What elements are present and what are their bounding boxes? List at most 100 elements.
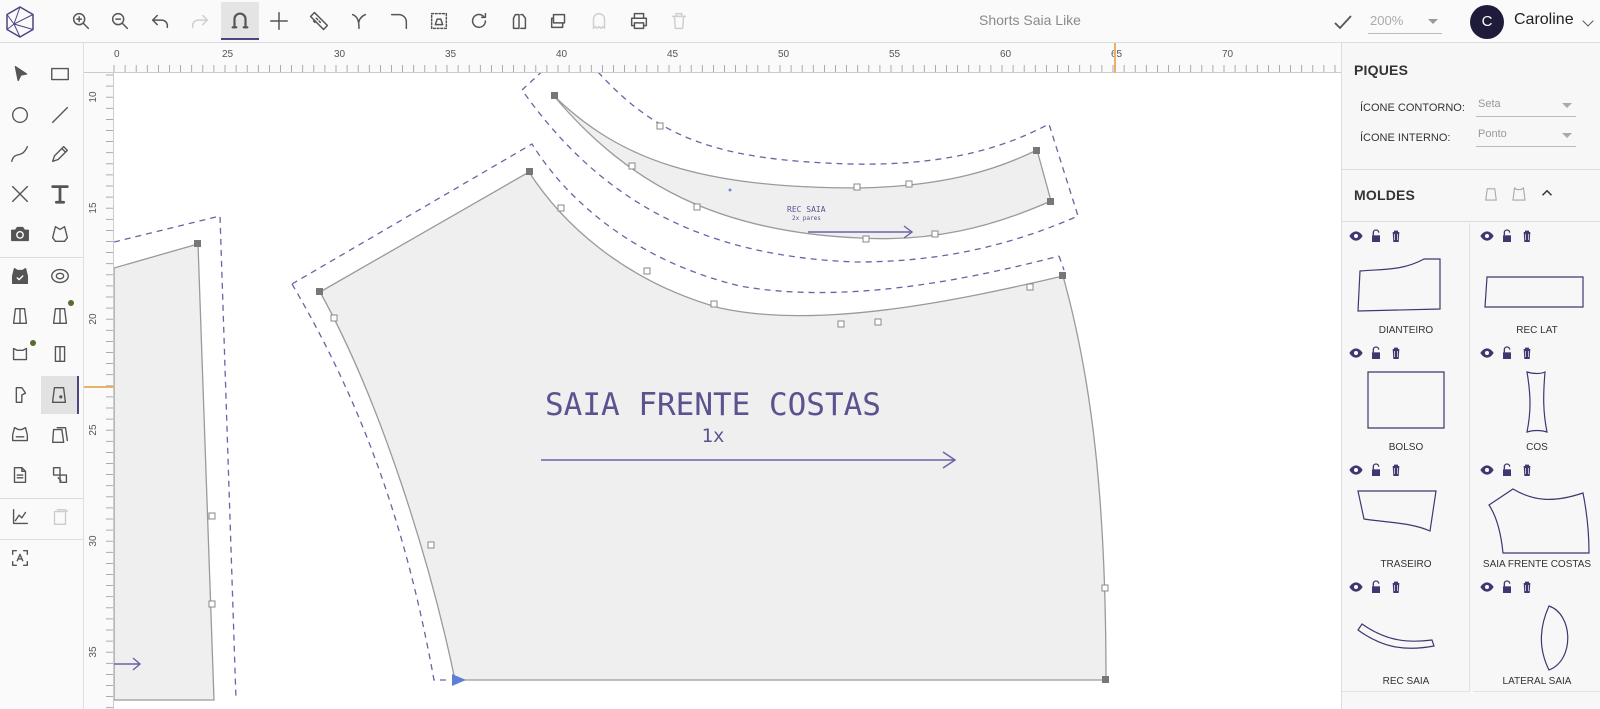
curve-corner-button[interactable] [380, 2, 418, 40]
piece-split-button[interactable] [41, 335, 79, 373]
unlock-icon[interactable] [1499, 345, 1515, 361]
unlock-icon[interactable] [1499, 228, 1515, 244]
text-recognition-button[interactable] [1, 539, 39, 577]
curve-corner-icon [390, 13, 408, 30]
interno-select[interactable]: Ponto [1476, 125, 1576, 147]
sleeve-button[interactable] [1, 376, 39, 414]
piece-grade-button[interactable] [1, 416, 39, 454]
piece-layers-icon [51, 426, 69, 444]
zoom-in-button[interactable] [62, 2, 100, 40]
zoom-out-button[interactable] [101, 2, 139, 40]
avatar[interactable]: C [1470, 5, 1504, 39]
rotate-button[interactable] [460, 2, 498, 40]
molde-card[interactable]: TRASEIRO [1342, 457, 1470, 575]
left-partial-piece[interactable] [114, 215, 237, 701]
text-tool-button[interactable] [41, 175, 79, 213]
eye-icon[interactable] [1348, 462, 1364, 478]
molde-card[interactable]: CÓS [1473, 340, 1600, 458]
ghost-button[interactable] [580, 2, 618, 40]
chevron-down-icon[interactable] [1582, 15, 1594, 27]
properties-panel: PIQUES ÍCONE CONTORNO: Seta ÍCONE INTERN… [1341, 43, 1600, 709]
crosshair-button[interactable] [260, 2, 298, 40]
angle-tool-button[interactable] [340, 2, 378, 40]
molde-card[interactable]: REC LAT [1473, 223, 1600, 341]
circle-tool-button[interactable] [1, 96, 39, 134]
ruler-measure-button[interactable] [300, 2, 338, 40]
print-button[interactable] [620, 2, 658, 40]
molde-label: DIANTEIRO [1378, 325, 1434, 336]
molde-card[interactable]: LATERAL SAIA [1473, 574, 1600, 692]
graph-axis-button[interactable] [1, 498, 39, 536]
chevron-down-icon [1562, 133, 1572, 138]
eye-icon[interactable] [1479, 462, 1495, 478]
molde-card[interactable]: SAIA FRENTE COSTAS [1473, 457, 1600, 575]
garment-check-button[interactable] [1, 257, 39, 295]
trash-icon[interactable] [1519, 579, 1535, 595]
pencil-tool-button[interactable] [41, 135, 79, 173]
piece-pocket-button[interactable] [41, 376, 79, 414]
trash-icon[interactable] [1519, 228, 1535, 244]
undo-button[interactable] [141, 2, 179, 40]
pencil-icon [51, 145, 69, 163]
rectangle-tool-button[interactable] [41, 55, 79, 93]
molde-card[interactable]: REC SAIA [1342, 574, 1470, 692]
trash-icon[interactable] [1388, 345, 1404, 361]
pattern-canvas[interactable]: REC SAIA 2x pares SAIA FRENTE COSTAS 1x [114, 73, 1341, 709]
delete-button[interactable] [660, 2, 698, 40]
close-x-icon [11, 185, 29, 203]
molde-thumbnail [1540, 605, 1569, 671]
eye-icon[interactable] [1479, 228, 1495, 244]
layers-button[interactable] [540, 2, 578, 40]
main-piece-quantity: 1x [702, 425, 725, 447]
piece-front-button[interactable] [1, 297, 39, 335]
eye-icon[interactable] [1348, 579, 1364, 595]
trash-icon[interactable] [1519, 462, 1535, 478]
molde-card[interactable]: DIANTEIRO [1342, 223, 1470, 341]
collapse-all-pieces-icon[interactable] [1482, 185, 1500, 203]
trash-icon[interactable] [1519, 345, 1535, 361]
unlock-icon[interactable] [1368, 462, 1384, 478]
document-copy-button[interactable] [1, 456, 39, 494]
saia-frente-costas-piece[interactable]: SAIA FRENTE COSTAS 1x [291, 143, 1109, 686]
trash-icon[interactable] [1388, 579, 1404, 595]
eye-icon[interactable] [1348, 228, 1364, 244]
frame-select-button[interactable] [420, 2, 458, 40]
curve-tool-button[interactable] [1, 135, 39, 173]
eye-icon[interactable] [1479, 579, 1495, 595]
user-name[interactable]: Caroline [1514, 11, 1574, 29]
line-tool-button[interactable] [41, 96, 79, 134]
contorno-select[interactable]: Seta [1476, 95, 1576, 117]
export-button[interactable] [41, 498, 79, 536]
check-icon[interactable] [1332, 11, 1354, 33]
trash-icon [671, 12, 687, 30]
unlock-icon[interactable] [1368, 228, 1384, 244]
trash-icon[interactable] [1388, 462, 1404, 478]
mirror-piece-button[interactable] [500, 2, 538, 40]
app-logo-icon[interactable] [2, 4, 38, 40]
unlock-icon[interactable] [1499, 579, 1515, 595]
eye-icon[interactable] [1348, 345, 1364, 361]
eye-icon[interactable] [1479, 345, 1495, 361]
magnet-button[interactable] [221, 2, 259, 40]
molde-card[interactable]: BOLSO [1342, 340, 1470, 458]
garment-scan-button[interactable] [41, 215, 79, 253]
camera-tool-button[interactable] [1, 215, 39, 253]
expand-all-pieces-icon[interactable] [1510, 185, 1528, 203]
unlock-icon[interactable] [1368, 579, 1384, 595]
piece-pocket-icon [51, 386, 67, 404]
unlock-icon[interactable] [1499, 462, 1515, 478]
unlock-icon[interactable] [1368, 345, 1384, 361]
piece-layers-button[interactable] [41, 416, 79, 454]
zoom-select[interactable]: 200% [1368, 8, 1442, 34]
cut-tool-button[interactable] [1, 175, 39, 213]
document-convert-button[interactable] [41, 456, 79, 494]
tape-measure-button[interactable] [41, 257, 79, 295]
chevron-down-icon [1562, 103, 1572, 108]
trash-icon[interactable] [1388, 228, 1404, 244]
select-tool-button[interactable] [1, 55, 39, 93]
rec-saia-piece[interactable]: REC SAIA 2x pares [521, 73, 1079, 263]
angle-tool-icon [351, 13, 367, 30]
molde-label: LATERAL SAIA [1502, 676, 1572, 687]
redo-button[interactable] [181, 2, 219, 40]
chevron-up-icon[interactable] [1538, 184, 1556, 202]
